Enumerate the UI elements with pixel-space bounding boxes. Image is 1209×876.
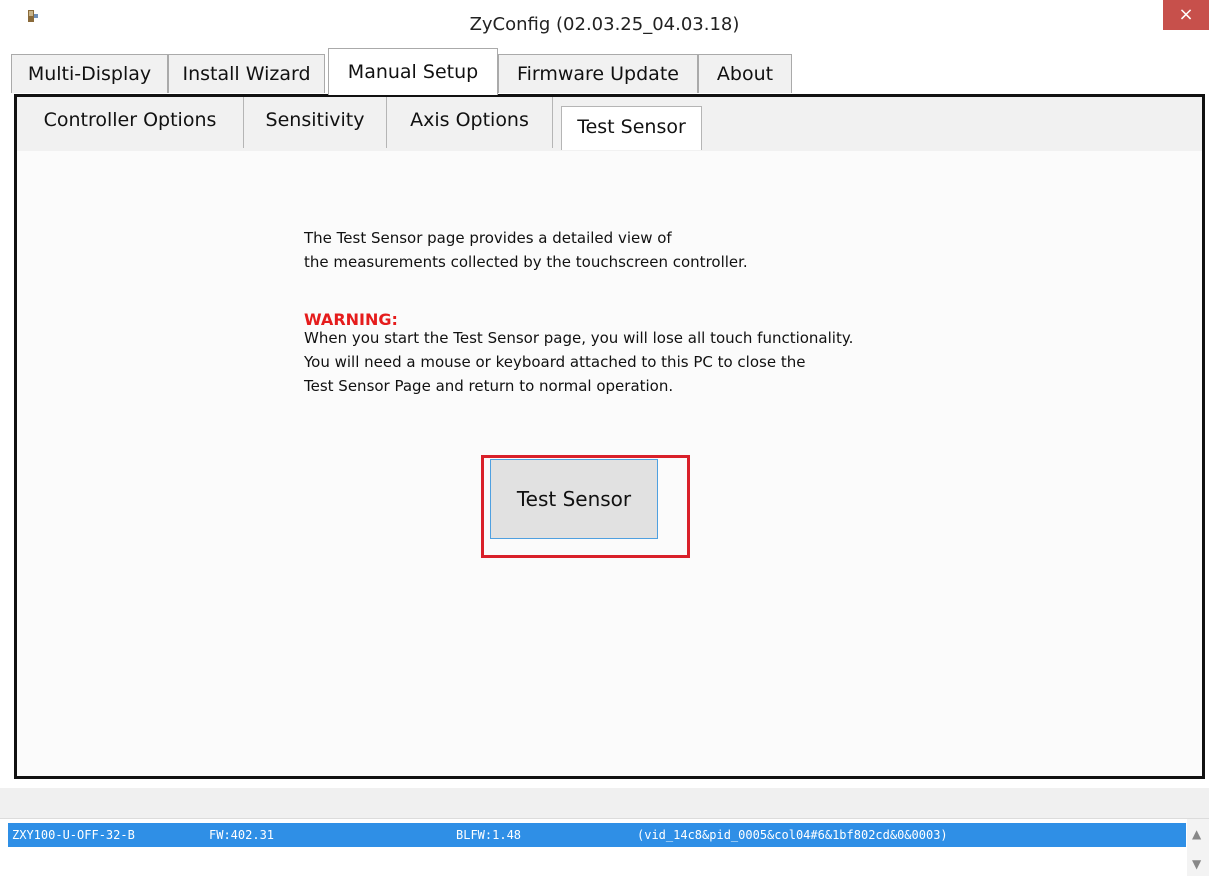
chevron-down-icon[interactable]: ▼	[1192, 857, 1201, 871]
tab-axis-options[interactable]: Axis Options	[387, 97, 553, 148]
device-list: ZXY100-U-OFF-32-B FW:402.31 BLFW:1.48 (v…	[0, 818, 1209, 876]
test-sensor-page: The Test Sensor page provides a detailed…	[17, 151, 1202, 776]
manual-setup-panel: Controller Options Sensitivity Axis Opti…	[14, 94, 1205, 779]
device-list-scrollbar[interactable]: ▲ ▼	[1187, 819, 1209, 876]
tab-multi-display[interactable]: Multi-Display	[11, 54, 168, 93]
test-sensor-button[interactable]: Test Sensor	[490, 459, 658, 539]
close-icon: ×	[1178, 4, 1194, 25]
device-firmware: FW:402.31	[209, 828, 275, 842]
description-line: The Test Sensor page provides a detailed…	[304, 229, 672, 247]
warning-line: When you start the Test Sensor page, you…	[304, 329, 854, 347]
warning-line: You will need a mouse or keyboard attach…	[304, 353, 806, 371]
description-line: the measurements collected by the touchs…	[304, 253, 748, 271]
tab-install-wizard[interactable]: Install Wizard	[168, 54, 325, 93]
tab-controller-options[interactable]: Controller Options	[17, 97, 244, 148]
window-title: ZyConfig (02.03.25_04.03.18)	[469, 14, 740, 35]
device-row-selected[interactable]: ZXY100-U-OFF-32-B FW:402.31 BLFW:1.48 (v…	[8, 823, 1186, 847]
device-bootloader: BLFW:1.48	[456, 828, 522, 842]
tab-about[interactable]: About	[698, 54, 792, 93]
tab-sensitivity[interactable]: Sensitivity	[244, 97, 387, 148]
device-model: ZXY100-U-OFF-32-B	[12, 828, 135, 842]
device-path: (vid_14c8&pid_0005&col04#6&1bf802cd&0&00…	[637, 828, 948, 842]
chevron-up-icon[interactable]: ▲	[1192, 827, 1201, 841]
close-button[interactable]: ×	[1163, 0, 1209, 30]
warning-text: When you start the Test Sensor page, you…	[304, 326, 853, 398]
tab-test-sensor[interactable]: Test Sensor	[561, 106, 702, 150]
tab-manual-setup[interactable]: Manual Setup	[328, 48, 498, 95]
title-bar: ZyConfig (02.03.25_04.03.18) ×	[0, 0, 1209, 46]
warning-line: Test Sensor Page and return to normal op…	[304, 377, 674, 395]
description: The Test Sensor page provides a detailed…	[304, 226, 748, 274]
tab-firmware-update[interactable]: Firmware Update	[498, 54, 698, 93]
sub-tab-bar: Controller Options Sensitivity Axis Opti…	[17, 97, 1202, 151]
status-gap	[0, 788, 1209, 818]
